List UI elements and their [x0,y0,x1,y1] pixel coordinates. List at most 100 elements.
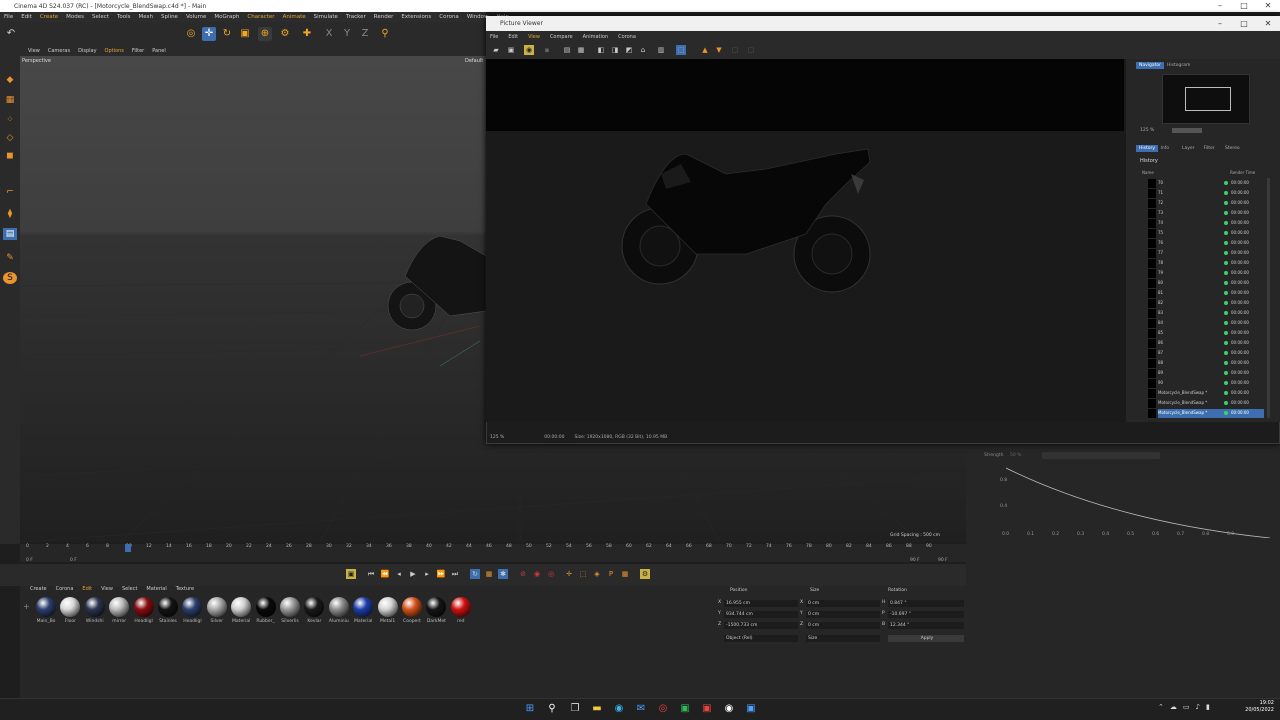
tab-layer[interactable]: Layer [1179,145,1198,152]
menu-render[interactable]: Render [374,14,394,20]
history-scrollbar[interactable] [1267,178,1270,418]
menu-create[interactable]: Create [40,14,58,20]
marker2-icon[interactable]: ▼ [714,45,724,55]
keyframe-sel-icon[interactable]: ◎ [546,569,556,579]
marker-icon[interactable]: ▲ [700,45,710,55]
falloff-curve[interactable] [1006,462,1270,538]
chrome-icon[interactable]: ◎ [656,702,670,716]
material-menu-edit[interactable]: Edit [82,586,92,592]
menu-mesh[interactable]: Mesh [139,14,153,20]
size-field[interactable]: 0 cm [806,622,880,629]
apply-button[interactable]: Apply [888,635,964,642]
taskbar-clock[interactable]: 19:02 20/05/2022 [1245,700,1274,714]
material-menu-corona[interactable]: Corona [56,586,74,592]
prev-key-icon[interactable]: ⏪ [380,569,390,579]
open-icon[interactable]: ▰ [491,45,501,55]
tab-navigator[interactable]: Navigator [1136,62,1165,69]
select-icon[interactable]: ◎ [184,27,198,41]
paint-icon[interactable]: ✎ [3,252,17,264]
history-row[interactable]: 82 00:00:00 [1158,299,1264,308]
pv-menu-animation[interactable]: Animation [583,34,609,40]
material-swatch[interactable] [206,597,227,617]
close-icon[interactable]: ✕ [1256,0,1280,12]
material-menu-create[interactable]: Create [30,586,47,592]
viewport-menu-options[interactable]: Options [105,48,124,54]
tab-stereo[interactable]: Stereo [1222,145,1243,152]
material-swatch[interactable] [158,597,178,617]
pv-minimize-icon[interactable]: – [1208,16,1232,31]
tray-cloud-icon[interactable]: ☁ [1170,703,1177,711]
pv-close-icon[interactable]: ✕ [1256,16,1280,31]
snap-mode-icon[interactable]: ⧫ [3,208,17,220]
mail-icon[interactable]: ✉ [634,702,648,716]
menu-corona[interactable]: Corona [439,14,459,20]
menu-select[interactable]: Select [92,14,109,20]
next-key-icon[interactable]: ⏩ [436,569,446,579]
pv-menu-view[interactable]: View [528,34,540,40]
add-material-icon[interactable]: + [23,602,30,611]
menu-edit[interactable]: Edit [21,14,32,20]
menu-character[interactable]: Character [247,14,274,20]
menu-simulate[interactable]: Simulate [314,14,338,20]
menu-tracker[interactable]: Tracker [346,14,366,20]
timeline-playhead[interactable] [125,544,132,552]
tab-filter[interactable]: Filter [1201,145,1218,152]
record-key-icon[interactable]: ⊘ [518,569,528,579]
rotation-field[interactable]: -10.697 ° [888,611,964,618]
history-row[interactable]: 78 00:00:00 [1158,259,1264,268]
app-red-icon[interactable]: ▣ [700,702,714,716]
position-field[interactable]: 934.744 cm [724,611,798,618]
start-icon[interactable]: ⊞ [523,702,537,716]
go-start-icon[interactable]: ⏮ [366,569,376,579]
texture-mode-icon[interactable]: ▦ [3,94,17,106]
axis-mode-icon[interactable]: ⌐ [3,186,17,198]
size-field[interactable]: 0 cm [806,600,880,607]
z-axis-icon[interactable]: Z [358,27,372,41]
material-swatch[interactable] [36,597,56,617]
tab-histogram[interactable]: Histogram [1164,62,1193,69]
history-row[interactable]: Motorcycle_BlendSwap * 00:00:00 [1158,409,1264,418]
camera-snap-icon[interactable]: ⌂ [638,45,648,55]
position-field[interactable]: 16.955 cm [724,600,798,607]
snapshot-icon[interactable]: ◨ [610,45,620,55]
size-mode-dropdown[interactable]: Size [806,635,880,642]
corona-icon[interactable]: S [3,272,17,284]
polygons-icon[interactable]: ◼ [3,150,17,162]
axis-icon[interactable]: ✚ [300,27,314,41]
rotation-field[interactable]: 0.847 ° [888,600,964,607]
edges-icon[interactable]: ◇ [3,132,17,144]
position-field[interactable]: -1500.733 cm [724,622,798,629]
tray-volume-icon[interactable]: ♪ [1196,703,1200,711]
tab-history[interactable]: History [1136,145,1159,152]
menu-modes[interactable]: Modes [66,14,84,20]
viewport-menu-filter[interactable]: Filter [132,48,144,54]
material-menu-select[interactable]: Select [122,586,137,592]
key-pla-icon[interactable]: ▦ [620,569,630,579]
fps-icon[interactable]: ▦ [484,569,494,579]
history-row[interactable]: 81 00:00:00 [1158,289,1264,298]
fit-icon[interactable]: ⬚ [676,45,686,55]
undo-icon[interactable]: ↶ [4,27,18,41]
material-swatch[interactable] [84,597,105,617]
snap-icon[interactable]: ⚙ [278,27,292,41]
app-blue-icon[interactable]: ▣ [744,702,758,716]
tray-network-icon[interactable]: ▭ [1183,703,1190,711]
history-row[interactable]: 72 00:00:00 [1158,199,1264,208]
autokey-icon[interactable]: ✱ [498,569,508,579]
history-row[interactable]: 88 00:00:00 [1158,359,1264,368]
material-menu-view[interactable]: View [101,586,113,592]
y-axis-icon[interactable]: Y [340,27,354,41]
navigator-thumbnail[interactable] [1162,74,1250,124]
size-field[interactable]: 0 cm [806,611,880,618]
rotate-icon[interactable]: ↻ [220,27,234,41]
history-row[interactable]: 76 00:00:00 [1158,239,1264,248]
cinema4d-icon[interactable]: ◉ [722,702,736,716]
tray-chevron-icon[interactable]: ⌃ [1158,703,1164,711]
pv-menu-file[interactable]: File [490,34,498,40]
tray-battery-icon[interactable]: ▮ [1206,703,1210,711]
history-row[interactable]: 75 00:00:00 [1158,229,1264,238]
stereo-icon[interactable]: ▢ [746,45,756,55]
material-swatch[interactable] [255,597,276,617]
pv-menu-corona[interactable]: Corona [618,34,636,40]
history-row[interactable]: 83 00:00:00 [1158,309,1264,318]
